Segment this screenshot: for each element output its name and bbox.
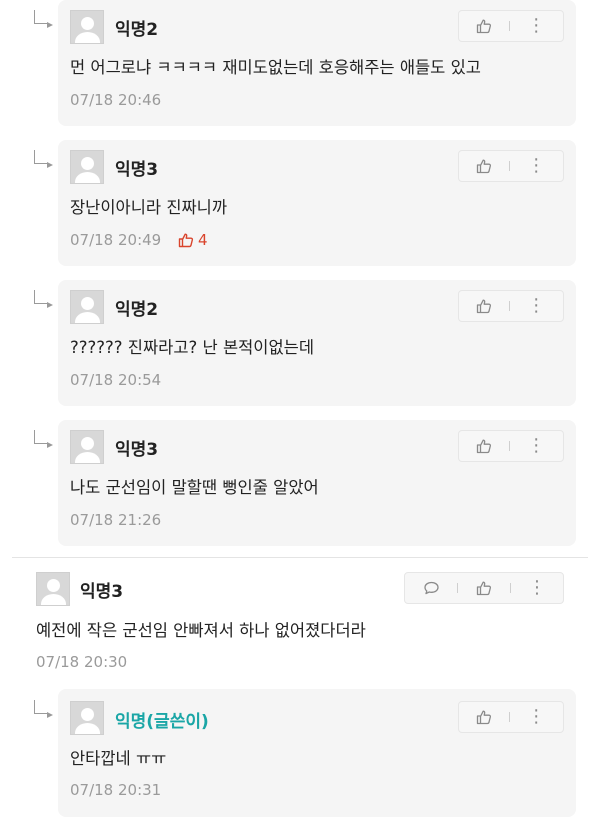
comment-actions: ⋮ [458, 10, 564, 42]
kebab-icon: ⋮ [527, 435, 546, 456]
more-options-button[interactable]: ⋮ [510, 11, 563, 41]
more-options-button[interactable]: ⋮ [510, 702, 563, 732]
comment-actions: ⋮ [458, 290, 564, 322]
thumbs-up-icon [476, 299, 491, 314]
avatar [70, 701, 104, 735]
more-options-button[interactable]: ⋮ [510, 291, 563, 321]
reply-card: 익명3 ⋮ 장난이아니라 진짜니까 07/18 20:49 4 [58, 140, 576, 266]
comment-content: 나도 군선임이 말할땐 뻥인줄 알았어 [70, 478, 319, 497]
reply-button[interactable] [405, 573, 457, 603]
reply-card: 익명2 ⋮ 먼 어그로냐 ㅋㅋㅋㅋ 재미도없는데 호응해주는 애들도 있고 07… [58, 0, 576, 126]
comment-content: 안타깝네 ㅠㅠ [70, 749, 167, 768]
more-options-button[interactable]: ⋮ [511, 573, 563, 603]
comment-author-name: 익명3 [115, 440, 159, 460]
like-button[interactable] [459, 291, 509, 321]
like-button[interactable] [459, 11, 509, 41]
avatar [70, 430, 104, 464]
comment-author-name: 익명3 [80, 582, 124, 602]
kebab-icon: ⋮ [527, 295, 546, 316]
avatar [36, 572, 70, 606]
reply-arrow-icon [34, 290, 53, 308]
like-button[interactable] [458, 573, 510, 603]
comment-date: 07/18 20:46 [70, 91, 162, 109]
avatar [70, 290, 104, 324]
kebab-icon: ⋮ [528, 577, 546, 598]
comment-date: 07/18 20:54 [70, 371, 162, 389]
comment-content: 예전에 작은 군선임 안빠져서 하나 없어졌다더라 [36, 621, 366, 640]
more-options-button[interactable]: ⋮ [510, 151, 563, 181]
comment-content: ?????? 진짜라고? 난 본적이없는데 [70, 338, 315, 357]
comment-actions: ⋮ [404, 572, 564, 604]
comment-date: 07/18 20:30 [36, 653, 128, 671]
reply-arrow-icon [34, 150, 53, 168]
comment-content: 장난이아니라 진짜니까 [70, 198, 228, 217]
reply-card: 익명(글쓴이) ⋮ 안타깝네 ㅠㅠ 07/18 20:31 [58, 689, 576, 817]
comment-author-name: 익명2 [115, 300, 159, 320]
comment-actions: ⋮ [458, 150, 564, 182]
speech-bubble-icon [423, 581, 439, 595]
reply-card: 익명2 ⋮ ?????? 진짜라고? 난 본적이없는데 07/18 20:54 [58, 280, 576, 406]
comment-divider [12, 557, 588, 558]
comment-actions: ⋮ [458, 430, 564, 462]
reply-arrow-icon [34, 10, 53, 28]
thumbs-up-icon [476, 159, 491, 174]
thumbs-up-icon [476, 710, 491, 725]
like-count-value: 4 [198, 231, 208, 249]
comment-date: 07/18 20:31 [70, 781, 162, 799]
comment-author-name: 익명(글쓴이) [115, 712, 209, 732]
like-button[interactable] [459, 431, 509, 461]
avatar [70, 150, 104, 184]
like-count: 4 [178, 231, 208, 249]
comment-content: 먼 어그로냐 ㅋㅋㅋㅋ 재미도없는데 호응해주는 애들도 있고 [70, 58, 481, 77]
kebab-icon: ⋮ [527, 706, 546, 727]
avatar [70, 10, 104, 44]
reply-card: 익명3 ⋮ 나도 군선임이 말할땐 뻥인줄 알았어 07/18 21:26 [58, 420, 576, 546]
like-button[interactable] [459, 151, 509, 181]
reply-arrow-icon [34, 700, 53, 718]
reply-arrow-icon [34, 430, 53, 448]
kebab-icon: ⋮ [527, 155, 546, 176]
comment-actions: ⋮ [458, 701, 564, 733]
thumbs-up-icon [178, 233, 194, 248]
more-options-button[interactable]: ⋮ [510, 431, 563, 461]
thumbs-up-icon [476, 439, 491, 454]
comment-author-name: 익명2 [115, 20, 159, 40]
comment-author-name: 익명3 [115, 160, 159, 180]
thumbs-up-icon [476, 19, 491, 34]
kebab-icon: ⋮ [527, 15, 546, 36]
comment-date: 07/18 20:49 [70, 231, 162, 249]
comment-date: 07/18 21:26 [70, 511, 162, 529]
thumbs-up-icon [476, 581, 492, 596]
like-button[interactable] [459, 702, 509, 732]
